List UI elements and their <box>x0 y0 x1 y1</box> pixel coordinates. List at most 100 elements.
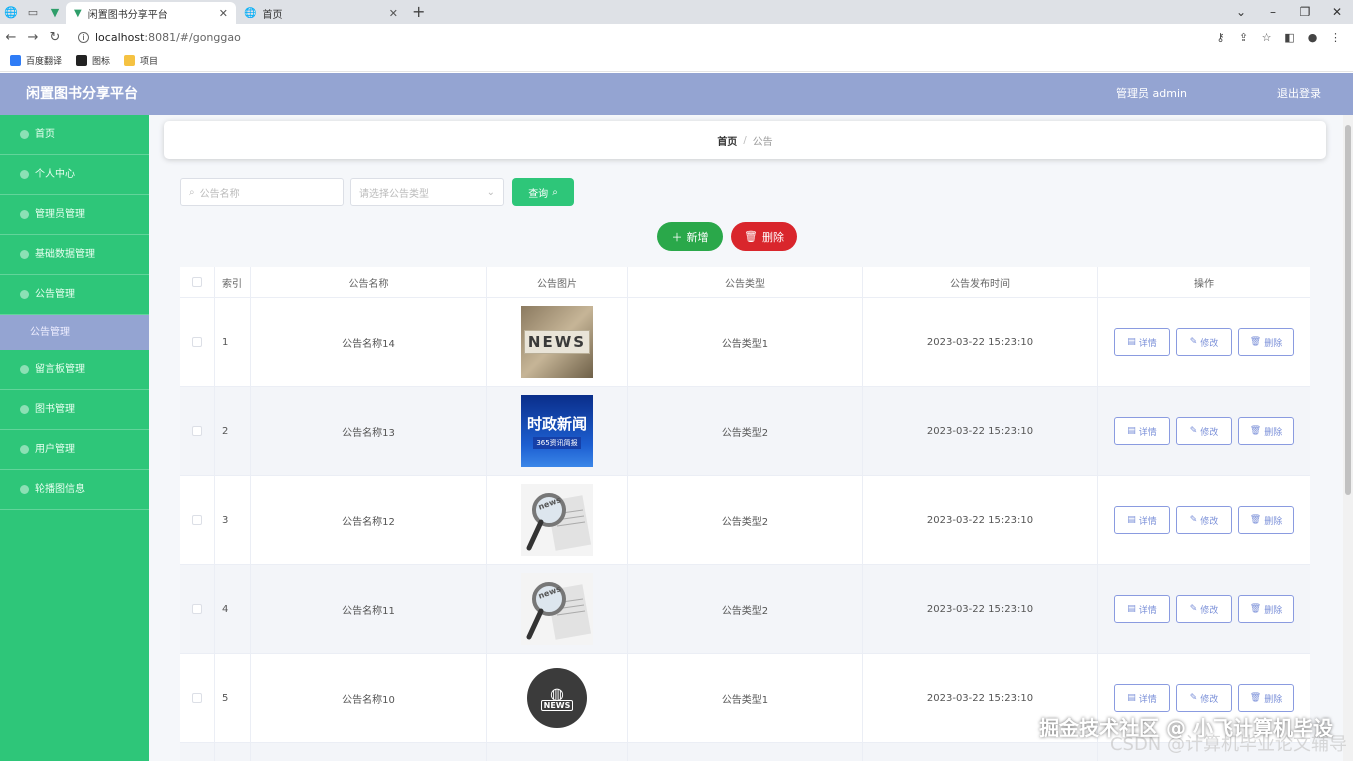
sidebar-item-admin[interactable]: 管理员管理 <box>0 195 149 235</box>
tab-inactive[interactable]: 🌐 首页 ✕ <box>236 2 406 24</box>
row-type: 公告类型1 <box>628 654 863 742</box>
side-panel-icon[interactable]: ◧ <box>1278 31 1301 44</box>
detail-button[interactable]: ▤ 详情 <box>1114 328 1170 356</box>
table-header-row: 索引 公告名称 公告图片 公告类型 公告发布时间 操作 <box>180 267 1310 298</box>
bookmark-icons[interactable]: 图标 <box>76 54 110 67</box>
table-row: 4 公告名称11 news 公告类型2 2023-03-22 15:23:10 <box>180 565 1310 654</box>
detail-button[interactable]: ▤ 详情 <box>1114 684 1170 712</box>
header-index: 索引 <box>215 267 251 297</box>
trash-icon: 🗑 <box>1249 426 1262 436</box>
sidebar-item-label: 留言板管理 <box>35 363 85 375</box>
plus-icon: ＋ <box>671 230 683 244</box>
batch-delete-button[interactable]: 🗑 删除 <box>731 222 797 251</box>
sidebar: 首页 个人中心 管理员管理 基础数据管理 公告管理 公告管理 留言板管理 图书管… <box>0 115 149 761</box>
detail-label: 详情 <box>1138 516 1157 527</box>
tab-close-icon[interactable]: ✕ <box>219 7 228 20</box>
site-info-icon[interactable]: i <box>78 31 89 43</box>
news-blocks-image[interactable]: NEWS <box>521 306 593 378</box>
delete-button[interactable]: 🗑 删除 <box>1238 328 1294 356</box>
new-tab-plus-icon[interactable]: + <box>412 0 425 24</box>
row-checkbox[interactable] <box>192 604 202 614</box>
admin-icon <box>20 210 29 219</box>
row-checkbox[interactable] <box>192 515 202 525</box>
globe-news-image[interactable]: ◍ NEWS <box>521 662 593 734</box>
star-bookmark-icon[interactable]: ☆ <box>1255 31 1278 44</box>
search-row: ⌕ 公告名称 请选择公告类型 ⌄ 查询 ⌕ <box>180 178 574 206</box>
political-news-image[interactable]: 时政新闻 365资讯简报 <box>521 395 593 467</box>
sidebar-item-carousel[interactable]: 轮播图信息 <box>0 470 149 510</box>
back-arrow-icon[interactable]: ← <box>0 30 22 45</box>
key-icon[interactable]: ⚷ <box>1209 31 1232 44</box>
edit-button[interactable]: ✎ 修改 <box>1176 595 1232 623</box>
share-icon[interactable]: ⇪ <box>1232 31 1255 44</box>
bookmark-project[interactable]: 项目 <box>124 54 158 67</box>
row-index: 4 <box>215 565 251 653</box>
delete-button[interactable]: 🗑 删除 <box>1238 417 1294 445</box>
trash-icon: 🗑 <box>1249 604 1262 614</box>
page-scrollbar[interactable] <box>1343 115 1353 761</box>
edit-button[interactable]: ✎ 修改 <box>1176 417 1232 445</box>
forward-arrow-icon[interactable]: → <box>22 30 44 45</box>
edit-icon: ✎ <box>1189 693 1198 703</box>
edit-button[interactable]: ✎ 修改 <box>1176 684 1232 712</box>
magnifier-news-image[interactable]: news <box>521 573 593 645</box>
delete-button[interactable]: 🗑 删除 <box>1238 684 1294 712</box>
sidebar-item-notice[interactable]: 公告管理 <box>0 275 149 315</box>
detail-button[interactable]: ▤ 详情 <box>1114 417 1170 445</box>
edit-label: 修改 <box>1200 516 1219 527</box>
delete-button[interactable]: 🗑 删除 <box>1238 595 1294 623</box>
row-image-cell: NEWS <box>487 298 628 386</box>
table-row: 1 公告名称14 NEWS 公告类型1 2023-03-22 15:23:10 … <box>180 298 1310 387</box>
vue-favicon-icon[interactable]: ▼ <box>44 0 66 24</box>
browser-globe-icon[interactable]: 🌐 <box>0 0 22 24</box>
header-image: 公告图片 <box>487 267 628 297</box>
restore-icon[interactable]: ❐ <box>1289 5 1321 19</box>
header-time: 公告发布时间 <box>863 267 1098 297</box>
select-all-checkbox[interactable] <box>192 277 202 287</box>
political-news-subtitle: 365资讯简报 <box>533 437 581 449</box>
window-controls: ⌄ – ❐ ✕ <box>1225 0 1353 24</box>
edit-button[interactable]: ✎ 修改 <box>1176 506 1232 534</box>
delete-button[interactable]: 🗑 删除 <box>1238 506 1294 534</box>
row-checkbox[interactable] <box>192 426 202 436</box>
browser-blank-tab-icon[interactable]: ▭ <box>22 0 44 24</box>
bookmark-label: 项目 <box>140 57 159 67</box>
sidebar-item-home[interactable]: 首页 <box>0 115 149 155</box>
edit-button[interactable]: ✎ 修改 <box>1176 328 1232 356</box>
row-image-cell: news <box>487 565 628 653</box>
notice-name-input[interactable]: ⌕ 公告名称 <box>180 178 344 206</box>
kebab-menu-icon[interactable]: ⋮ <box>1324 31 1347 44</box>
row-checkbox[interactable] <box>192 337 202 347</box>
scrollbar-thumb[interactable] <box>1345 125 1351 495</box>
reload-icon[interactable]: ↻ <box>44 30 66 45</box>
tab-active[interactable]: ▼ 闲置图书分享平台 ✕ <box>66 2 236 24</box>
tab-search-chevron-icon[interactable]: ⌄ <box>1225 5 1257 19</box>
query-label: 查询 <box>528 188 549 200</box>
sidebar-item-users[interactable]: 用户管理 <box>0 430 149 470</box>
magnifier-news-image[interactable]: news <box>521 484 593 556</box>
edit-icon: ✎ <box>1189 426 1198 436</box>
minimize-icon[interactable]: – <box>1257 5 1289 19</box>
sidebar-item-base-data[interactable]: 基础数据管理 <box>0 235 149 275</box>
row-actions: ▤ 详情 ✎ 修改 🗑 删除 <box>1098 387 1310 475</box>
row-checkbox[interactable] <box>192 693 202 703</box>
window-close-icon[interactable]: ✕ <box>1321 5 1353 19</box>
detail-button[interactable]: ▤ 详情 <box>1114 595 1170 623</box>
edit-label: 修改 <box>1200 338 1219 349</box>
bookmark-baidu-translate[interactable]: 百度翻译 <box>10 54 62 67</box>
notice-type-select[interactable]: 请选择公告类型 ⌄ <box>350 178 504 206</box>
sidebar-subitem-notice-manage[interactable]: 公告管理 <box>0 315 149 350</box>
url-field[interactable]: i localhost:8081/#/gonggao <box>78 31 241 44</box>
tab-close-icon[interactable]: ✕ <box>389 7 398 20</box>
add-button[interactable]: ＋ 新增 <box>657 222 723 251</box>
sidebar-item-profile[interactable]: 个人中心 <box>0 155 149 195</box>
user-icon <box>20 170 29 179</box>
profile-icon[interactable]: ● <box>1301 31 1324 44</box>
detail-button[interactable]: ▤ 详情 <box>1114 506 1170 534</box>
sidebar-item-message-board[interactable]: 留言板管理 <box>0 350 149 390</box>
sidebar-item-books[interactable]: 图书管理 <box>0 390 149 430</box>
breadcrumb-home[interactable]: 首页 <box>717 133 737 148</box>
logout-link[interactable]: 退出登录 <box>1277 73 1321 115</box>
search-icon: ⌕ <box>189 186 195 198</box>
query-button[interactable]: 查询 ⌕ <box>512 178 574 206</box>
